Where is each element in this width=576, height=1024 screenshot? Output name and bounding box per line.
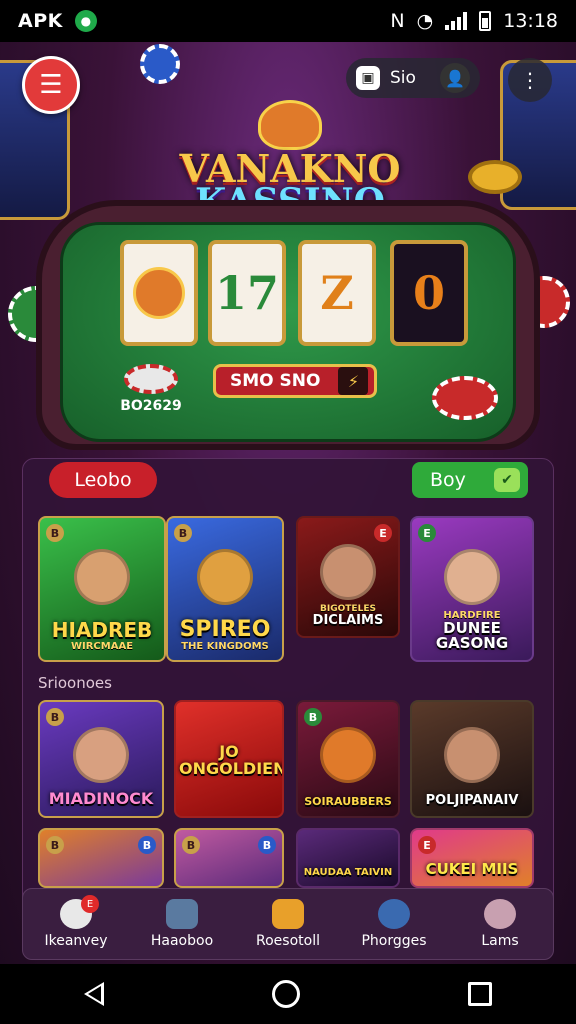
nav-label: Roesotoll	[256, 933, 320, 949]
badge-icon: E	[374, 524, 392, 542]
badge-icon: B	[138, 836, 156, 854]
nav-item-roesotoll[interactable]: Roesotoll	[235, 889, 341, 959]
character-art	[444, 727, 500, 784]
bg-chip	[140, 44, 180, 84]
badge-icon: E	[418, 524, 436, 542]
game-card[interactable]: B MIADINOCK	[38, 700, 164, 818]
badge-icon: B	[46, 836, 64, 854]
fox-reel-icon	[133, 267, 185, 319]
system-nav-bar	[0, 964, 576, 1024]
game-name: NAUDAA TAIVIN	[303, 866, 393, 878]
section-label: Srioonoes	[38, 674, 112, 692]
reel-2: 17	[208, 240, 286, 346]
nav-item-ikeanvey[interactable]: E Ikeanvey	[23, 889, 129, 959]
wallet-icon: ▣	[356, 66, 380, 90]
game-name: CUKEI MIIS	[425, 860, 519, 879]
character-art	[73, 727, 129, 784]
signal-icon	[445, 12, 468, 30]
nav-item-lams[interactable]: Lams	[447, 889, 553, 959]
game-card[interactable]: B B	[174, 828, 284, 888]
reel-3: Z	[298, 240, 376, 346]
status-apk-label: APK	[18, 10, 63, 32]
badge-icon: B	[304, 708, 322, 726]
nav-label: Phorgges	[361, 933, 427, 949]
game-sub: WIRCMAAE	[70, 641, 134, 652]
character-art	[444, 549, 500, 606]
nav-label: Ikeanvey	[44, 933, 108, 949]
screen: APK ● N ◔ 13:18 ☰ ▣ Sio 👤 ⋮ VANAKNO KASS…	[0, 0, 576, 1024]
user-icon[interactable]: 👤	[440, 63, 470, 93]
game-card[interactable]: NAUDAA TAIVIN	[296, 828, 400, 888]
app-logo-button[interactable]: ☰	[22, 56, 80, 114]
badge-icon: B	[46, 524, 64, 542]
clock: 13:18	[503, 10, 558, 32]
nav-label: Lams	[481, 933, 519, 949]
character-art	[197, 549, 253, 606]
character-art	[320, 543, 376, 600]
tab-boy[interactable]: Boy ✔	[412, 462, 528, 498]
game-card[interactable]: B SOIRAUBBERS	[296, 700, 400, 818]
bg-chip	[468, 160, 522, 194]
document-icon	[166, 899, 198, 929]
badge-icon: B	[182, 836, 200, 854]
game-card[interactable]: JO ONGOLDIENS	[174, 700, 284, 818]
nav-badge: E	[81, 895, 99, 913]
balance-chip-icon	[124, 364, 178, 394]
game-card[interactable]: E HARDFIRE DUNEE GASONG	[410, 516, 534, 662]
back-icon[interactable]	[84, 982, 104, 1006]
nfc-icon: N	[390, 10, 405, 32]
fox-mascot-icon	[258, 100, 322, 150]
game-name: DICLAIMS	[312, 613, 384, 629]
game-name: MIADINOCK	[48, 789, 154, 809]
wifi-icon: ◔	[416, 10, 434, 32]
puzzle-icon	[272, 899, 304, 929]
game-name: POLJIPANAIV	[425, 793, 519, 809]
fox-art	[320, 727, 376, 784]
tab-boy-label: Boy	[430, 469, 466, 491]
spin-label: SMO SNO	[230, 371, 321, 391]
nav-item-phorgges[interactable]: Phorgges	[341, 889, 447, 959]
badge-icon: B	[258, 836, 276, 854]
reel-4: 0	[390, 240, 468, 346]
game-card[interactable]: E BIGOTELES DICLAIMS	[296, 516, 400, 638]
game-name: DUNEE GASONG	[435, 618, 509, 653]
nav-item-haaoboo[interactable]: Haaoboo	[129, 889, 235, 959]
badge-icon: B	[46, 708, 64, 726]
game-card[interactable]: B B	[38, 828, 164, 888]
recents-icon[interactable]	[468, 982, 492, 1006]
status-right: N ◔ 13:18	[390, 10, 558, 32]
game-card[interactable]: POLJIPANAIV	[410, 700, 534, 818]
game-name: SOIRAUBBERS	[304, 795, 392, 809]
game-sub: THE KINGDOMS	[181, 641, 269, 652]
notification-icon: ●	[74, 10, 97, 32]
badge-icon: B	[174, 524, 192, 542]
nav-label: Haaoboo	[150, 933, 214, 949]
more-menu-button[interactable]: ⋮	[508, 58, 552, 102]
search-text: Sio	[390, 68, 416, 88]
refresh-icon: ✔	[494, 468, 520, 492]
game-card[interactable]: B SPIREO THE KINGDOMS	[166, 516, 284, 662]
bet-chip-icon[interactable]	[432, 376, 498, 420]
home-icon[interactable]	[272, 980, 300, 1008]
gear-icon	[484, 899, 516, 929]
bolt-icon: ⚡	[338, 367, 369, 395]
game-card[interactable]: B HIADREB WIRCMAAE	[38, 516, 166, 662]
game-name: HIADREB	[51, 618, 153, 642]
game-name: JO ONGOLDIENS	[179, 742, 282, 779]
tab-leobo[interactable]: Leobo	[49, 462, 157, 498]
reel-1	[120, 240, 198, 346]
bottom-nav: E Ikeanvey Haaoboo Roesotoll Phorgges La…	[22, 888, 554, 960]
search-pill[interactable]: ▣ Sio 👤	[346, 58, 480, 98]
balance-label: BO2629	[120, 398, 182, 414]
spin-button[interactable]: SMO SNO ⚡	[213, 364, 377, 398]
game-name: SPIREO	[179, 616, 271, 642]
game-card[interactable]: E CUKEI MIIS	[410, 828, 534, 888]
character-art	[74, 549, 130, 606]
badge-icon: E	[418, 836, 436, 854]
battery-icon	[479, 11, 492, 31]
status-bar: APK ● N ◔ 13:18	[0, 0, 576, 42]
chip-icon	[378, 899, 410, 929]
